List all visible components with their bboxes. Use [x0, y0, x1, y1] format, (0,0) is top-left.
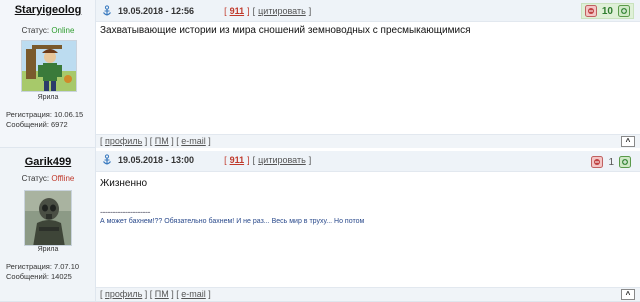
- bracket-open: [: [252, 155, 256, 165]
- profile-link[interactable]: профиль: [105, 136, 142, 146]
- footer-links: [ профиль ] [ ПМ ] [ e-mail ]: [100, 289, 211, 299]
- rating-score: 10: [601, 5, 613, 17]
- author-status: Статус: Offline: [0, 174, 96, 183]
- registration-date: Регистрация: 7.07.10: [6, 262, 80, 271]
- author-status: Статус: Online: [0, 26, 96, 35]
- quote-button[interactable]: цитировать: [258, 6, 306, 16]
- post-rating: 1: [588, 154, 634, 170]
- forum-thread: Staryigeolog Статус: Online Ярила Регист…: [0, 0, 640, 302]
- status-value: Offline: [51, 174, 75, 183]
- message-count: Сообщений: 6972: [6, 120, 68, 129]
- signature: А может бахнем!?? Обязательно бахнем! И …: [100, 218, 365, 225]
- author-rank: Ярила: [37, 246, 59, 253]
- anchor-link-icon[interactable]: [102, 154, 112, 166]
- anchor-link-icon[interactable]: [102, 5, 112, 17]
- plus-vote-icon[interactable]: [619, 156, 631, 168]
- minus-vote-icon[interactable]: [591, 156, 604, 168]
- registration-date: Регистрация: 10.06.15: [6, 110, 84, 119]
- avatar[interactable]: [24, 190, 72, 246]
- status-label: Статус:: [21, 26, 50, 35]
- minus-vote-icon[interactable]: [584, 5, 597, 17]
- post-number-link[interactable]: 911: [230, 155, 245, 165]
- author-username[interactable]: Staryigeolog: [0, 4, 96, 16]
- bracket-close: ]: [247, 155, 250, 165]
- post-number-link[interactable]: 911: [230, 6, 245, 16]
- signature-divider: --------------------: [100, 207, 150, 217]
- bracket-open: [: [252, 6, 256, 16]
- post-body: Жизненно: [100, 178, 148, 189]
- plus-vote-icon[interactable]: [618, 5, 630, 17]
- forum-post: Garik499 Статус: Offline Ярила Регистрац…: [0, 148, 640, 302]
- author-username[interactable]: Garik499: [0, 156, 96, 168]
- status-label: Статус:: [21, 174, 50, 183]
- forum-post: Staryigeolog Статус: Online Ярила Регист…: [0, 0, 640, 148]
- post-footer: [ профиль ] [ ПМ ] [ e-mail ] ^: [96, 287, 640, 301]
- message-count: Сообщений: 14025: [6, 272, 72, 281]
- email-link[interactable]: e-mail: [181, 289, 206, 299]
- bracket-close: ]: [247, 6, 250, 16]
- post-footer: [ профиль ] [ ПМ ] [ e-mail ] ^: [96, 134, 640, 148]
- quote-button[interactable]: цитировать: [258, 155, 306, 165]
- post-meta: 19.05.2018 - 13:00 [ 911 ] [ цитировать …: [102, 153, 311, 167]
- bracket-close: ]: [308, 6, 312, 16]
- post-meta: 19.05.2018 - 12:56 [ 911 ] [ цитировать …: [102, 4, 311, 18]
- rating-score: 1: [608, 156, 614, 168]
- pm-link[interactable]: ПМ: [155, 136, 169, 146]
- status-value: Online: [51, 26, 75, 35]
- post-date: 19.05.2018 - 12:56: [118, 6, 195, 16]
- pm-link[interactable]: ПМ: [155, 289, 169, 299]
- post-rating: 10: [580, 3, 634, 19]
- bracket-close: ]: [308, 155, 312, 165]
- avatar-image: [22, 41, 76, 91]
- scroll-top-button[interactable]: ^: [621, 136, 635, 147]
- footer-links: [ профиль ] [ ПМ ] [ e-mail ]: [100, 136, 211, 146]
- author-info: Регистрация: 7.07.10 Сообщений: 14025: [6, 262, 79, 282]
- scroll-top-button[interactable]: ^: [621, 289, 635, 300]
- post-date: 19.05.2018 - 13:00: [118, 155, 195, 165]
- email-link[interactable]: e-mail: [181, 136, 206, 146]
- bracket-open: [: [224, 6, 227, 16]
- post-body: Захватывающие истории из мира сношений з…: [100, 25, 471, 36]
- author-rank: Ярила: [37, 94, 59, 101]
- avatar[interactable]: [21, 40, 77, 92]
- avatar-image: [25, 191, 71, 245]
- profile-link[interactable]: профиль: [105, 289, 142, 299]
- bracket-open: [: [224, 155, 227, 165]
- author-info: Регистрация: 10.06.15 Сообщений: 6972: [6, 110, 83, 130]
